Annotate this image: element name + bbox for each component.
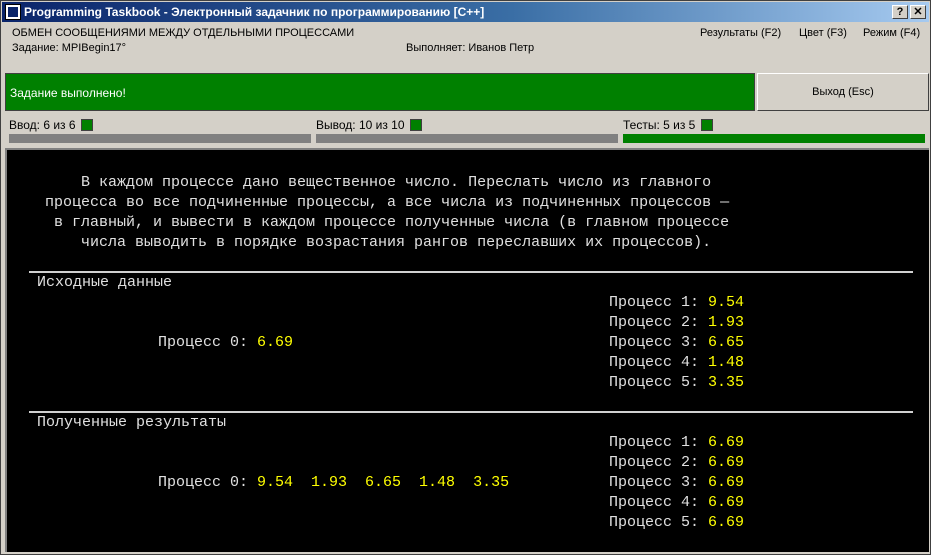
process-label: Процесс 4: xyxy=(609,494,700,511)
task-header: ОБМЕН СООБЩЕНИЯМИ МЕЖДУ ОТДЕЛЬНЫМИ ПРОЦЕ… xyxy=(2,23,929,69)
process-value: 6.69 xyxy=(708,514,745,531)
process-label: Процесс 2: xyxy=(609,454,700,471)
process-value: 6.65 xyxy=(708,334,745,351)
output-status-indicator xyxy=(409,119,422,131)
output-counter: Вывод: 10 из 10 xyxy=(316,118,422,132)
process-label: Процесс 0: xyxy=(158,334,249,351)
result-process-row: Процесс 1: 6.69 xyxy=(609,433,744,453)
process-value: 3.35 xyxy=(708,374,745,391)
result-process-row: Процесс 5: 6.69 xyxy=(609,513,744,533)
input-process-row: Процесс 4: 1.48 xyxy=(609,353,744,373)
tests-status-indicator xyxy=(700,119,713,131)
description-line: числа выводить в порядке возрастания ран… xyxy=(81,234,712,251)
process-label: Процесс 1: xyxy=(609,434,700,451)
description-line: В каждом процессе дано вещественное числ… xyxy=(81,174,712,191)
status-panel: Задание выполнено! xyxy=(5,73,755,111)
result-main-process-row: Процесс 0: 9.54 1.93 6.65 1.48 3.35 xyxy=(158,473,509,493)
input-status-indicator xyxy=(80,119,93,131)
task-console: В каждом процессе дано вещественное числ… xyxy=(5,148,929,552)
process-value: 6.69 xyxy=(708,474,745,491)
result-process-row: Процесс 4: 6.69 xyxy=(609,493,744,513)
process-value: 6.69 xyxy=(708,454,745,471)
input-counter: Ввод: 6 из 6 xyxy=(9,118,93,132)
window-title: Programming Taskbook - Электронный задач… xyxy=(24,5,485,19)
title-bar[interactable]: Programming Taskbook - Электронный задач… xyxy=(2,2,929,22)
result-process-row: Процесс 2: 6.69 xyxy=(609,453,744,473)
executor-name: Выполняет: Иванов Петр xyxy=(406,42,535,54)
close-button[interactable]: ✕ xyxy=(910,5,926,19)
process-value: 6.69 xyxy=(257,334,294,351)
input-section-title: Исходные данные xyxy=(37,274,173,291)
process-value: 1.93 xyxy=(708,314,745,331)
input-counter-label: Ввод: 6 из 6 xyxy=(9,118,76,132)
process-value: 6.69 xyxy=(708,434,745,451)
taskbook-window: Programming Taskbook - Электронный задач… xyxy=(0,0,931,555)
process-label: Процесс 4: xyxy=(609,354,700,371)
process-label: Процесс 5: xyxy=(609,514,700,531)
process-label: Процесс 2: xyxy=(609,314,700,331)
input-process-row: Процесс 3: 6.65 xyxy=(609,333,744,353)
process-value: 9.54 1.93 6.65 1.48 3.35 xyxy=(257,474,510,491)
input-process-row: Процесс 1: 9.54 xyxy=(609,293,744,313)
output-counter-label: Вывод: 10 из 10 xyxy=(316,118,405,132)
result-process-row: Процесс 3: 6.69 xyxy=(609,473,744,493)
process-label: Процесс 3: xyxy=(609,474,700,491)
task-group-title: ОБМЕН СООБЩЕНИЯМИ МЕЖДУ ОТДЕЛЬНЫМИ ПРОЦЕ… xyxy=(12,27,355,39)
input-process-row: Процесс 5: 3.35 xyxy=(609,373,744,393)
tests-counter: Тесты: 5 из 5 xyxy=(623,118,713,132)
app-icon xyxy=(5,4,21,20)
exit-button[interactable]: Выход (Esc) xyxy=(757,73,929,111)
process-value: 1.48 xyxy=(708,354,745,371)
help-button[interactable]: ? xyxy=(892,5,908,19)
input-progress-bar xyxy=(9,134,311,143)
input-process-row: Процесс 2: 1.93 xyxy=(609,313,744,333)
results-section-title: Полученные результаты xyxy=(37,414,227,431)
process-label: Процесс 5: xyxy=(609,374,700,391)
description-line: процесса во все подчиненные процессы, а … xyxy=(45,194,730,211)
process-label: Процесс 1: xyxy=(609,294,700,311)
process-value: 9.54 xyxy=(708,294,745,311)
description-line: в главный, и вывести в каждом процессе п… xyxy=(54,214,730,231)
results-menu-item[interactable]: Результаты (F2) xyxy=(700,27,781,39)
process-label: Процесс 3: xyxy=(609,334,700,351)
color-menu-item[interactable]: Цвет (F3) xyxy=(799,27,847,39)
process-value: 6.69 xyxy=(708,494,745,511)
tests-progress-bar xyxy=(623,134,925,143)
input-main-process-row: Процесс 0: 6.69 xyxy=(158,333,293,353)
mode-menu-item[interactable]: Режим (F4) xyxy=(863,27,920,39)
process-label: Процесс 0: xyxy=(158,474,249,491)
tests-counter-label: Тесты: 5 из 5 xyxy=(623,118,696,132)
output-progress-bar xyxy=(316,134,618,143)
task-name: Задание: MPIBegin17° xyxy=(12,42,127,54)
